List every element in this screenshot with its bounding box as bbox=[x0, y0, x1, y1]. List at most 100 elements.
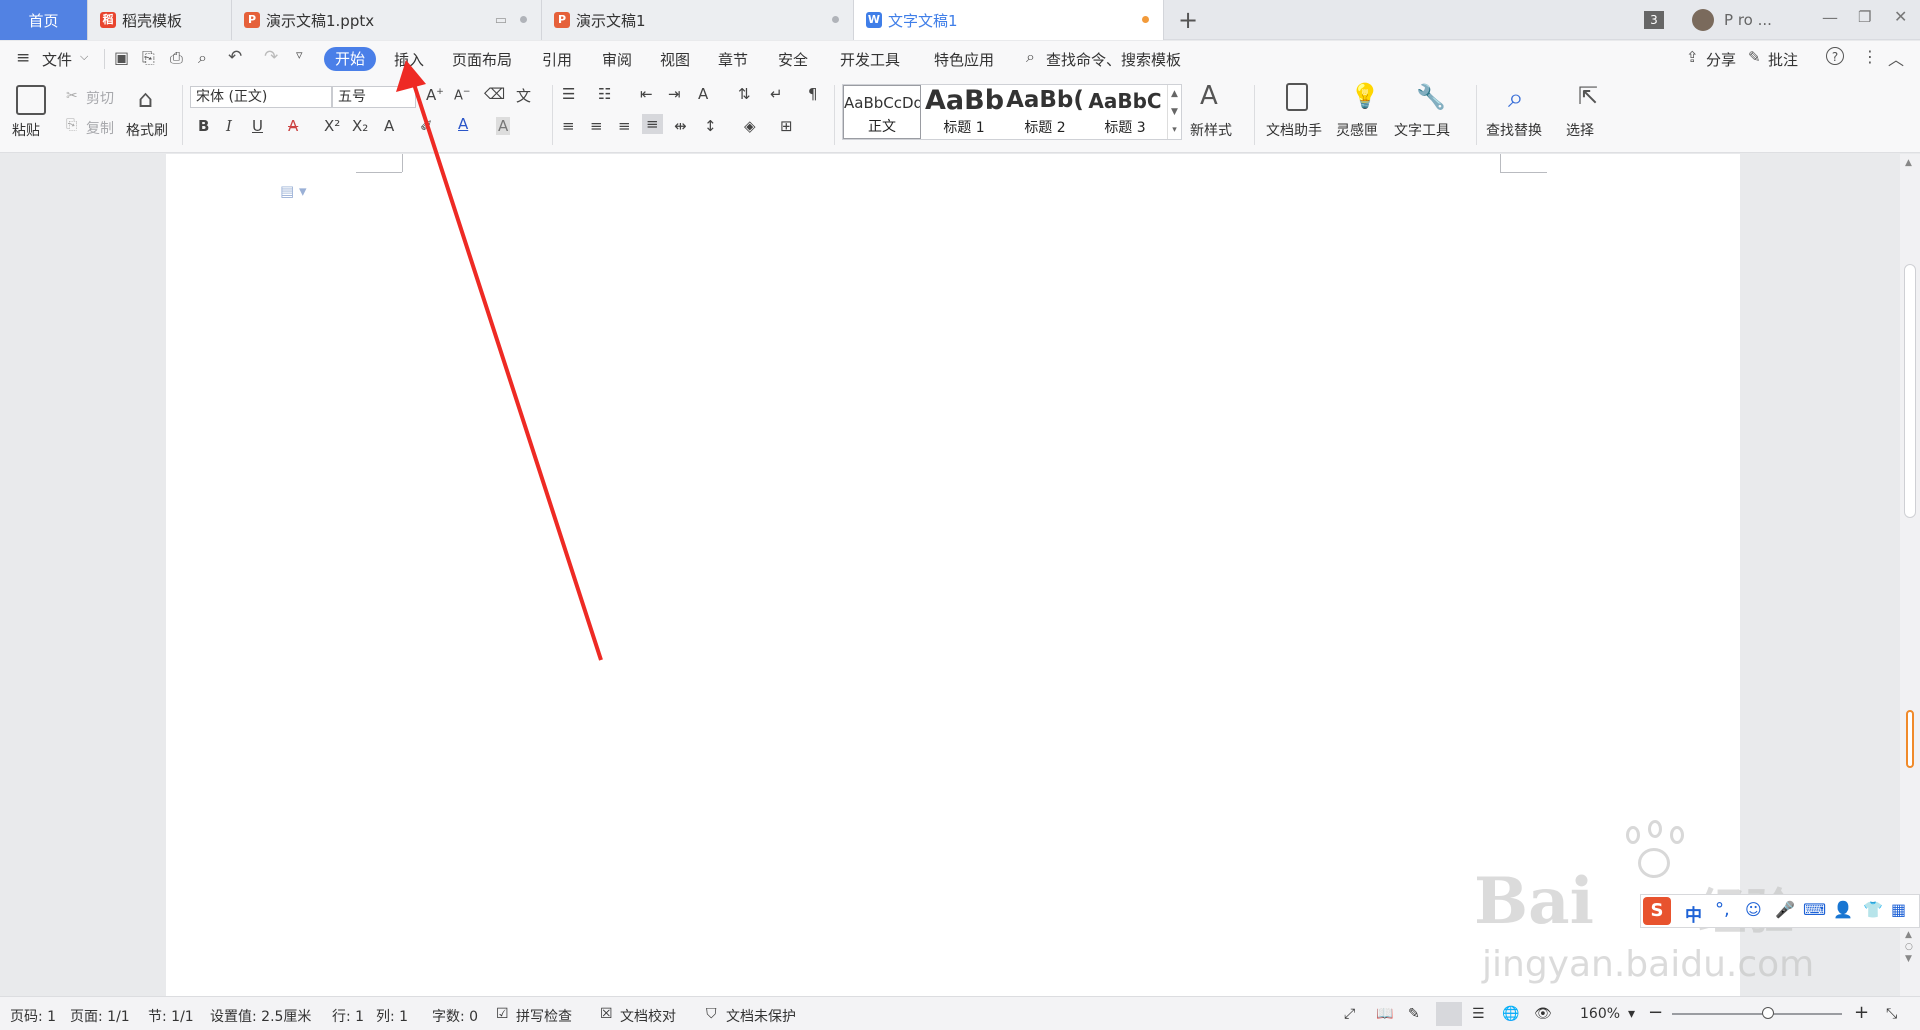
format-painter-button[interactable]: 格式刷 bbox=[126, 120, 168, 140]
web-view-icon[interactable]: 🌐 bbox=[1502, 1006, 1519, 1022]
punctuation-icon[interactable]: °, bbox=[1715, 899, 1730, 920]
style-scroll[interactable]: ▲ ▼ ▾ bbox=[1167, 85, 1181, 139]
menu-page-layout[interactable]: 页面布局 bbox=[452, 49, 512, 70]
status-setting[interactable]: 设置值: 2.5厘米 bbox=[210, 1006, 311, 1026]
find-replace-button[interactable]: 查找替换 bbox=[1486, 120, 1542, 140]
menu-special-apps[interactable]: 特色应用 bbox=[934, 49, 994, 70]
cursor-select-icon[interactable]: ⇱ bbox=[1578, 82, 1598, 110]
new-style-button[interactable]: 新样式 bbox=[1190, 120, 1232, 140]
menu-chapter[interactable]: 章节 bbox=[718, 49, 748, 70]
protect-status[interactable]: 文档未保护 bbox=[726, 1006, 796, 1026]
menu-developer-tools[interactable]: 开发工具 bbox=[840, 49, 900, 70]
tab-daoke-templates[interactable]: 稻 稻壳模板 bbox=[88, 0, 232, 40]
zoom-slider-thumb[interactable] bbox=[1762, 1007, 1774, 1019]
char-shading-icon[interactable]: A bbox=[496, 117, 511, 135]
text-tools-button[interactable]: 文字工具 bbox=[1394, 120, 1450, 140]
share-button[interactable]: 分享 bbox=[1706, 49, 1736, 70]
read-mode-icon[interactable]: 📖 bbox=[1376, 1006, 1393, 1022]
line-break-icon[interactable]: ↵ bbox=[770, 85, 783, 103]
paste-icon[interactable] bbox=[16, 85, 46, 115]
chevron-down-icon[interactable]: ⌵ bbox=[80, 50, 88, 64]
print-preview-icon[interactable]: ⌕ bbox=[198, 48, 207, 68]
unsaved-dot[interactable] bbox=[1142, 16, 1149, 23]
share-icon[interactable]: ⇪ bbox=[1686, 48, 1699, 66]
toolbox-icon[interactable]: ▦ bbox=[1891, 900, 1906, 919]
new-tab-button[interactable]: + bbox=[1178, 6, 1198, 34]
font-color-icon[interactable]: A bbox=[458, 115, 468, 133]
borders-icon[interactable]: ⊞ bbox=[780, 117, 793, 135]
sort-icon[interactable]: ⇅ bbox=[738, 85, 751, 103]
zoom-in-icon[interactable]: + bbox=[1854, 1002, 1869, 1023]
decrease-indent-icon[interactable]: ⇤ bbox=[640, 85, 653, 103]
window-count-badge[interactable]: 3 bbox=[1644, 11, 1664, 29]
highlight-icon[interactable]: ✐ bbox=[420, 117, 433, 135]
align-center-icon[interactable]: ≡ bbox=[590, 117, 603, 135]
menu-review[interactable]: 审阅 bbox=[602, 49, 632, 70]
style-heading-3[interactable]: AaBbC 标题 3 bbox=[1085, 85, 1165, 139]
tab-document-active[interactable]: W 文字文稿1 bbox=[854, 0, 1164, 40]
pinyin-guide-icon[interactable]: 文 bbox=[516, 85, 531, 106]
close-icon[interactable]: ✕ bbox=[1894, 7, 1907, 26]
magnifier-icon[interactable]: ⌕ bbox=[1508, 81, 1524, 115]
menu-start[interactable]: 开始 bbox=[324, 47, 376, 71]
lightbulb-icon[interactable]: 💡 bbox=[1350, 82, 1380, 110]
menu-view[interactable]: 视图 bbox=[660, 49, 690, 70]
paste-options-icon[interactable]: ▤ ▾ bbox=[280, 182, 306, 200]
scrollbar-thumb[interactable] bbox=[1904, 264, 1916, 518]
cut-button[interactable]: 剪切 bbox=[86, 88, 114, 108]
status-page[interactable]: 页面: 1/1 bbox=[70, 1006, 130, 1026]
emoji-icon[interactable]: ☺ bbox=[1745, 900, 1762, 919]
line-spacing-icon[interactable]: ↕ bbox=[704, 117, 717, 135]
user-icon[interactable]: 👤 bbox=[1833, 900, 1853, 919]
page-view-icon[interactable] bbox=[1436, 1002, 1462, 1026]
more-icon[interactable]: ⋮ bbox=[1862, 47, 1878, 66]
monitor-icon[interactable]: ▭ bbox=[495, 13, 507, 28]
fullscreen-icon[interactable]: ⤢ bbox=[1344, 1006, 1355, 1022]
page-nav-icon[interactable]: ▲ ○ ▼ bbox=[1905, 929, 1913, 965]
copy-button[interactable]: 复制 bbox=[86, 118, 114, 138]
menu-file[interactable]: 文件 bbox=[42, 49, 72, 70]
inspiration-button[interactable]: 灵感匣 bbox=[1336, 120, 1378, 140]
sogou-ime-icon[interactable]: S bbox=[1643, 897, 1671, 925]
paste-button[interactable]: 粘贴 bbox=[12, 120, 40, 140]
tab-presentation-pptx[interactable]: P 演示文稿1.pptx ▭ bbox=[232, 0, 542, 40]
shading-icon[interactable]: ◈ bbox=[744, 117, 756, 135]
bullet-list-icon[interactable]: ☰ bbox=[562, 85, 575, 103]
expand-icon[interactable]: ⤡ bbox=[1886, 1006, 1897, 1022]
quick-access-dropdown-icon[interactable]: ▿ bbox=[296, 48, 303, 63]
justify-icon[interactable]: ≡ bbox=[642, 114, 663, 134]
numbered-list-icon[interactable]: ☷ bbox=[598, 85, 611, 103]
tab-close-dot[interactable] bbox=[520, 16, 527, 23]
status-word-count[interactable]: 字数: 0 bbox=[432, 1006, 478, 1026]
align-right-icon[interactable]: ≡ bbox=[618, 117, 631, 135]
wrench-icon[interactable]: 🔧 bbox=[1416, 83, 1446, 111]
style-normal[interactable]: AaBbCcDd 正文 bbox=[843, 85, 921, 139]
document-helper-button[interactable]: 文档助手 bbox=[1266, 120, 1322, 140]
keyboard-icon[interactable]: ⌨ bbox=[1803, 900, 1826, 919]
new-style-icon[interactable]: A bbox=[1200, 81, 1218, 111]
show-marks-icon[interactable]: ¶ bbox=[808, 85, 818, 103]
increase-indent-icon[interactable]: ⇥ bbox=[668, 85, 681, 103]
tab-close-dot[interactable] bbox=[832, 16, 839, 23]
bold-icon[interactable]: B bbox=[198, 117, 209, 135]
style-heading-1[interactable]: AaBb 标题 1 bbox=[925, 85, 1003, 139]
status-page-code[interactable]: 页码: 1 bbox=[10, 1006, 56, 1026]
font-size-select[interactable]: 五号 bbox=[332, 86, 416, 108]
tab-presentation[interactable]: P 演示文稿1 bbox=[542, 0, 854, 40]
comment-icon[interactable]: ✎ bbox=[1748, 48, 1761, 66]
help-icon[interactable]: ? bbox=[1826, 47, 1844, 65]
zoom-level[interactable]: 160% bbox=[1580, 1006, 1620, 1022]
superscript-icon[interactable]: X² bbox=[324, 117, 340, 135]
menu-reference[interactable]: 引用 bbox=[542, 49, 572, 70]
command-search[interactable]: 查找命令、搜索模板 bbox=[1046, 49, 1181, 70]
redo-icon[interactable]: ↷ bbox=[264, 47, 278, 67]
zoom-slider-track[interactable] bbox=[1672, 1013, 1842, 1015]
font-name-select[interactable]: 宋体 (正文) bbox=[190, 86, 332, 108]
hamburger-icon[interactable]: ≡ bbox=[16, 48, 30, 68]
spell-check-button[interactable]: 拼写检查 bbox=[516, 1006, 572, 1026]
style-heading-2[interactable]: AaBb( 标题 2 bbox=[1005, 85, 1085, 139]
status-col[interactable]: 列: 1 bbox=[376, 1006, 408, 1026]
menu-insert[interactable]: 插入 bbox=[394, 49, 424, 70]
avatar[interactable] bbox=[1692, 9, 1714, 31]
export-icon[interactable]: ⎘ bbox=[142, 48, 155, 68]
